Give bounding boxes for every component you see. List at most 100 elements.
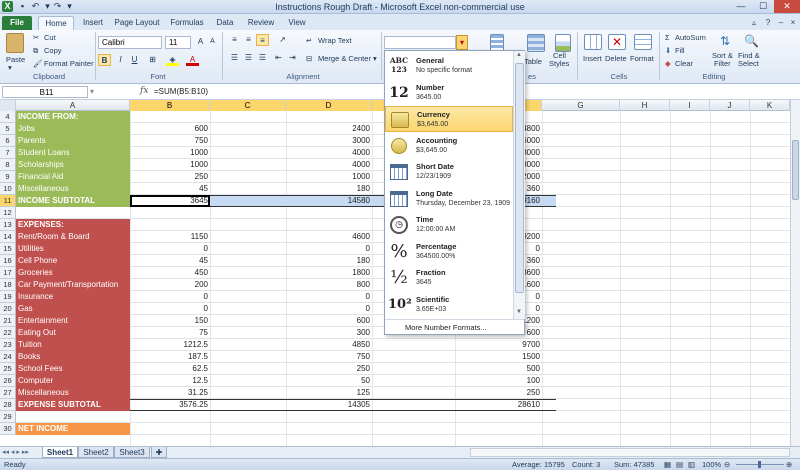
row-header[interactable]: 20: [0, 303, 16, 315]
value-cell-f[interactable]: [455, 423, 542, 435]
row-header[interactable]: 22: [0, 327, 16, 339]
sheet-nav-icon[interactable]: ◂◂ ◂ ▸ ▸▸: [2, 447, 29, 458]
column-header-j[interactable]: J: [710, 100, 750, 111]
merge-center-icon[interactable]: ⊟: [306, 54, 312, 63]
label-cell[interactable]: NET INCOME: [16, 423, 130, 435]
value-cell-d[interactable]: 0: [286, 303, 372, 315]
label-cell[interactable]: Cell Phone: [16, 255, 130, 267]
label-cell[interactable]: INCOME SUBTOTAL: [16, 195, 130, 207]
autosum-button[interactable]: AutoSum: [675, 33, 706, 42]
label-cell[interactable]: Jobs: [16, 123, 130, 135]
row-header[interactable]: 28: [0, 399, 16, 411]
value-cell-b[interactable]: 1000: [130, 159, 210, 171]
maximize-button[interactable]: ☐: [752, 0, 774, 13]
value-cell-f[interactable]: 28610: [455, 399, 542, 411]
close-button[interactable]: ✕: [774, 0, 800, 13]
row-header[interactable]: 7: [0, 147, 16, 159]
underline-button[interactable]: U: [128, 54, 141, 66]
copy-icon[interactable]: ⧉: [33, 46, 38, 56]
font-size-field[interactable]: 11: [165, 36, 191, 49]
tab-formulas[interactable]: Formulas: [168, 16, 206, 30]
label-cell[interactable]: Car Payment/Transportation: [16, 279, 130, 291]
sort-filter-button-2[interactable]: Filter: [714, 59, 731, 68]
value-cell-d[interactable]: 250: [286, 363, 372, 375]
zoom-in-icon[interactable]: ⊕: [786, 460, 792, 469]
value-cell-d[interactable]: 2400: [286, 123, 372, 135]
value-cell-b[interactable]: 12.5: [130, 375, 210, 387]
dropdown-scrollbar[interactable]: ▲ ▼: [513, 51, 525, 319]
row-header[interactable]: 26: [0, 375, 16, 387]
column-header-i[interactable]: I: [670, 100, 710, 111]
font-color-icon[interactable]: A: [186, 54, 199, 66]
value-cell-d[interactable]: 14305: [286, 399, 372, 411]
format-painter-icon[interactable]: 🖌: [33, 59, 43, 68]
borders-icon[interactable]: ⊞: [146, 54, 159, 66]
insert-cells-button[interactable]: Insert: [583, 54, 602, 63]
copy-button[interactable]: Copy: [44, 46, 62, 55]
value-cell-d[interactable]: 0: [286, 243, 372, 255]
autosum-icon[interactable]: Σ: [665, 33, 670, 42]
income-header-cell[interactable]: INCOME FROM:: [16, 111, 130, 123]
row-header[interactable]: 10: [0, 183, 16, 195]
align-top-icon[interactable]: ≡: [228, 34, 241, 46]
fill-icon[interactable]: ⬇: [665, 46, 671, 55]
row-header[interactable]: 12: [0, 207, 16, 219]
value-cell-f[interactable]: [455, 411, 542, 423]
number-format-option[interactable]: ABC 123 General No specific format: [385, 53, 513, 79]
name-box-dropdown-icon[interactable]: ▾: [90, 87, 94, 96]
page-break-view-icon[interactable]: ▥: [688, 460, 695, 469]
value-cell-d[interactable]: 180: [286, 255, 372, 267]
insert-cells-icon[interactable]: [584, 34, 602, 50]
paste-icon[interactable]: [6, 33, 24, 53]
format-as-table-icon[interactable]: [527, 34, 545, 52]
bold-button[interactable]: B: [98, 54, 111, 66]
align-middle-icon[interactable]: ≡: [242, 34, 255, 46]
column-header-h[interactable]: H: [620, 100, 670, 111]
row-header[interactable]: 14: [0, 231, 16, 243]
value-cell-b[interactable]: 750: [130, 135, 210, 147]
zoom-out-icon[interactable]: ⊖: [724, 460, 730, 469]
value-cell-b[interactable]: 45: [130, 183, 210, 195]
align-bottom-icon[interactable]: ≡: [256, 34, 269, 46]
number-format-option[interactable]: 10² Scientific 3.65E+03: [385, 292, 513, 318]
label-cell[interactable]: Insurance: [16, 291, 130, 303]
cut-icon[interactable]: ✂: [33, 33, 39, 42]
label-cell[interactable]: Miscellaneous: [16, 183, 130, 195]
row-header[interactable]: 15: [0, 243, 16, 255]
row-header[interactable]: 18: [0, 279, 16, 291]
number-format-dropdown-button[interactable]: ▾: [456, 35, 468, 50]
insert-function-icon[interactable]: fx: [140, 86, 148, 96]
row-header[interactable]: 21: [0, 315, 16, 327]
value-cell-d[interactable]: 0: [286, 291, 372, 303]
value-cell-d[interactable]: 50: [286, 375, 372, 387]
value-cell-b[interactable]: 75: [130, 327, 210, 339]
dropdown-scrollbar-thumb[interactable]: [515, 63, 524, 293]
value-cell-d[interactable]: 4600: [286, 231, 372, 243]
value-cell-b[interactable]: [130, 207, 210, 219]
number-format-option[interactable]: 12 Number 3645.00: [385, 80, 513, 106]
row-header[interactable]: 8: [0, 159, 16, 171]
label-cell[interactable]: Miscellaneous: [16, 387, 130, 399]
row-header[interactable]: 6: [0, 135, 16, 147]
scrollbar-thumb[interactable]: [792, 140, 799, 200]
label-cell[interactable]: Parents: [16, 135, 130, 147]
label-cell[interactable]: EXPENSE SUBTOTAL: [16, 399, 130, 411]
sheet-tab-1[interactable]: Sheet1: [42, 447, 78, 458]
label-cell[interactable]: Utilities: [16, 243, 130, 255]
format-painter-button[interactable]: Format Painter: [44, 59, 94, 68]
find-select-icon[interactable]: 🔍: [744, 34, 759, 50]
row-header[interactable]: 16: [0, 255, 16, 267]
number-format-field[interactable]: [384, 36, 456, 49]
row-header[interactable]: 9: [0, 171, 16, 183]
minimize-ribbon-icon[interactable]: ▵: [748, 16, 760, 30]
tab-data[interactable]: Data: [212, 16, 238, 30]
number-format-option[interactable]: ◷ Time 12:00:00 AM: [385, 212, 513, 238]
value-cell-d[interactable]: [286, 423, 372, 435]
value-cell-b[interactable]: 0: [130, 291, 210, 303]
orientation-icon[interactable]: ↗: [276, 34, 289, 46]
align-right-icon[interactable]: ☰: [256, 52, 269, 64]
doc-close-icon[interactable]: ×: [788, 16, 798, 30]
decrease-indent-icon[interactable]: ⇤: [272, 52, 285, 64]
tab-view[interactable]: View: [284, 16, 310, 30]
tab-insert[interactable]: Insert: [78, 16, 108, 30]
